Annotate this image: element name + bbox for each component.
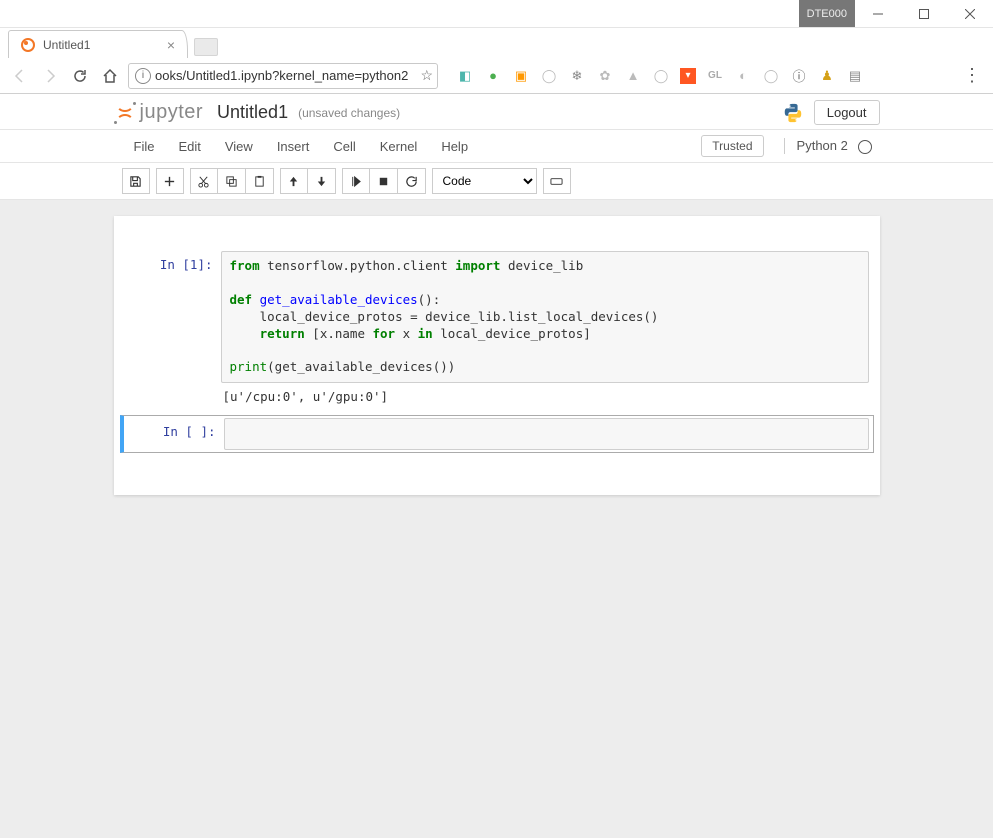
jupyter-toolbar: Code [0,163,993,200]
menu-edit[interactable]: Edit [166,135,212,158]
menu-insert[interactable]: Insert [265,135,322,158]
code-input-area[interactable]: from tensorflow.python.client import dev… [221,251,869,383]
cut-button[interactable] [190,168,218,194]
kernel-name[interactable]: Python 2 [784,138,872,154]
menu-view[interactable]: View [213,135,265,158]
notebook-scroll[interactable]: In [1]: from tensorflow.python.client im… [0,200,993,535]
url-text: ooks/Untitled1.ipynb?kernel_name=python2 [155,68,416,83]
extension-icon[interactable]: ▣ [512,67,530,85]
extension-icon[interactable]: ◯ [762,67,780,85]
jupyter-header: jupyter Untitled1 (unsaved changes) Logo… [0,94,993,129]
save-status: (unsaved changes) [298,106,400,120]
browser-menu-button[interactable]: ⋮ [959,65,985,86]
notebook-container: In [1]: from tensorflow.python.client im… [114,216,880,495]
browser-tab[interactable]: Untitled1 × [8,30,188,58]
code-cell[interactable]: In [ ]: [120,415,874,453]
extension-row: ◧ ● ▣ ◯ ❄ ✿ ▲ ◯ ▾ GL ◐ ◯ ⓘ ♟ ▤ ⋮ [456,65,985,86]
code-editor[interactable]: from tensorflow.python.client import dev… [230,258,860,376]
extension-icon[interactable]: ◯ [652,67,670,85]
move-down-button[interactable] [308,168,336,194]
address-bar[interactable]: i ooks/Untitled1.ipynb?kernel_name=pytho… [128,63,438,89]
menu-file[interactable]: File [122,135,167,158]
input-prompt: In [ ]: [128,418,224,450]
extension-icon[interactable]: ◐ [734,67,752,85]
window-tag: DTE000 [799,0,855,27]
extension-icon[interactable]: ♟ [818,67,836,85]
interrupt-button[interactable] [370,168,398,194]
menu-cell[interactable]: Cell [321,135,367,158]
jupyter-wordmark: jupyter [140,101,204,124]
command-palette-button[interactable] [543,168,571,194]
extension-icon[interactable]: ▾ [680,68,696,84]
nav-forward-button[interactable] [38,64,62,88]
nav-back-button[interactable] [8,64,32,88]
extension-icon[interactable]: ▤ [846,67,864,85]
code-editor[interactable] [233,425,860,443]
restart-button[interactable] [398,168,426,194]
input-prompt: In [1]: [125,251,221,410]
cell-type-select[interactable]: Code [432,168,537,194]
extension-icon[interactable]: ● [484,67,502,85]
python-logo-icon [782,102,804,124]
code-cell[interactable]: In [1]: from tensorflow.python.client im… [120,248,874,413]
bookmark-star-icon[interactable]: ☆ [420,67,433,84]
window-close-button[interactable] [947,0,993,27]
save-button[interactable] [122,168,150,194]
code-input-area[interactable] [224,418,869,450]
browser-tabstrip: Untitled1 × [0,28,993,58]
extension-icon[interactable]: ❄ [568,67,586,85]
window-titlebar: DTE000 [0,0,993,28]
site-info-icon[interactable]: i [135,68,151,84]
copy-button[interactable] [218,168,246,194]
jupyter-logo[interactable]: jupyter [114,101,204,124]
kernel-busy-indicator [858,140,872,154]
tab-close-button[interactable]: × [167,37,175,53]
extension-icon[interactable]: ▲ [624,67,642,85]
jupyter-menubar: File Edit View Insert Cell Kernel Help T… [0,129,993,163]
extension-icon[interactable]: ◧ [456,67,474,85]
window-maximize-button[interactable] [901,0,947,27]
window-minimize-button[interactable] [855,0,901,27]
extension-icon[interactable]: ⓘ [790,67,808,85]
new-tab-button[interactable] [194,38,218,56]
move-up-button[interactable] [280,168,308,194]
run-button[interactable] [342,168,370,194]
jupyter-favicon [21,38,35,52]
page-viewport: jupyter Untitled1 (unsaved changes) Logo… [0,94,993,838]
extension-icon[interactable]: ◯ [540,67,558,85]
browser-toolbar: i ooks/Untitled1.ipynb?kernel_name=pytho… [0,58,993,94]
notebook-name[interactable]: Untitled1 [217,102,288,123]
extension-icon[interactable]: ✿ [596,67,614,85]
menu-kernel[interactable]: Kernel [368,135,430,158]
menu-help[interactable]: Help [429,135,480,158]
nav-reload-button[interactable] [68,64,92,88]
nav-home-button[interactable] [98,64,122,88]
trusted-indicator[interactable]: Trusted [701,135,763,157]
logout-button[interactable]: Logout [814,100,880,125]
insert-cell-button[interactable] [156,168,184,194]
paste-button[interactable] [246,168,274,194]
cell-output: [u'/cpu:0', u'/gpu:0'] [221,383,869,410]
extension-icon[interactable]: GL [706,67,724,85]
tab-title: Untitled1 [43,38,159,52]
